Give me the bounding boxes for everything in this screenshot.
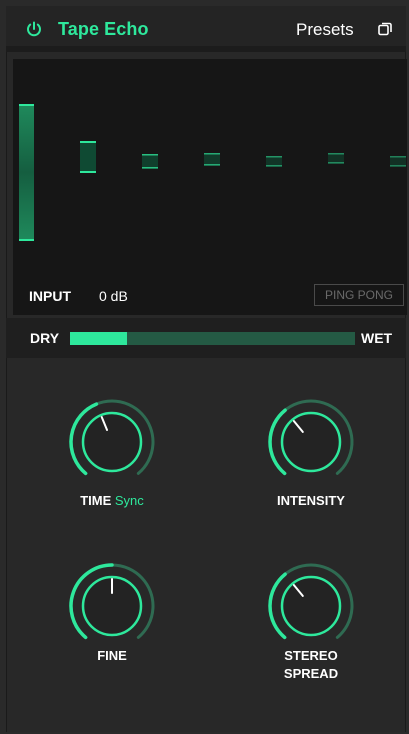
- intensity-label: INTENSITY: [277, 493, 345, 508]
- echo-tap-2: [142, 154, 158, 169]
- power-icon[interactable]: [25, 20, 43, 38]
- ping-pong-button[interactable]: PING PONG: [314, 284, 404, 306]
- time-label-text: TIME: [80, 493, 112, 508]
- knob-body: [280, 575, 342, 637]
- echo-tap-6: [390, 156, 406, 167]
- echo-tap-4: [266, 156, 282, 167]
- input-label: INPUT: [29, 288, 71, 304]
- echo-tap-5: [328, 153, 344, 164]
- header-bar: Tape Echo Presets: [6, 6, 406, 52]
- knob-body: [280, 411, 342, 473]
- plugin-title: Tape Echo: [58, 19, 149, 39]
- dry-wet-fill: [70, 332, 127, 345]
- input-level-meter: [19, 104, 34, 241]
- stereo-spread-label: STEREO SPREAD: [283, 648, 339, 681]
- dry-wet-section: DRY WET: [6, 318, 406, 358]
- time-label: TIME Sync: [50, 492, 174, 510]
- fine-knob[interactable]: [62, 562, 162, 652]
- time-sync-toggle[interactable]: Sync: [115, 493, 144, 508]
- time-knob[interactable]: [62, 398, 162, 488]
- copy-icon[interactable]: [377, 21, 393, 37]
- wet-label: WET: [361, 330, 393, 346]
- dry-wet-slider[interactable]: [70, 332, 355, 345]
- echo-tap-3: [204, 153, 220, 166]
- intensity-knob[interactable]: [261, 398, 361, 488]
- echo-visualizer: [19, 104, 406, 241]
- echo-display: INPUT 0 dB PING PONG: [13, 59, 407, 315]
- stereo-spread-knob[interactable]: [261, 562, 361, 652]
- knob-body: [81, 411, 143, 473]
- dry-label: DRY: [30, 330, 60, 346]
- echo-tap-1: [80, 141, 96, 173]
- fine-label: FINE: [97, 648, 127, 663]
- presets-button[interactable]: Presets: [296, 20, 354, 40]
- input-gain-value[interactable]: 0 dB: [99, 288, 128, 304]
